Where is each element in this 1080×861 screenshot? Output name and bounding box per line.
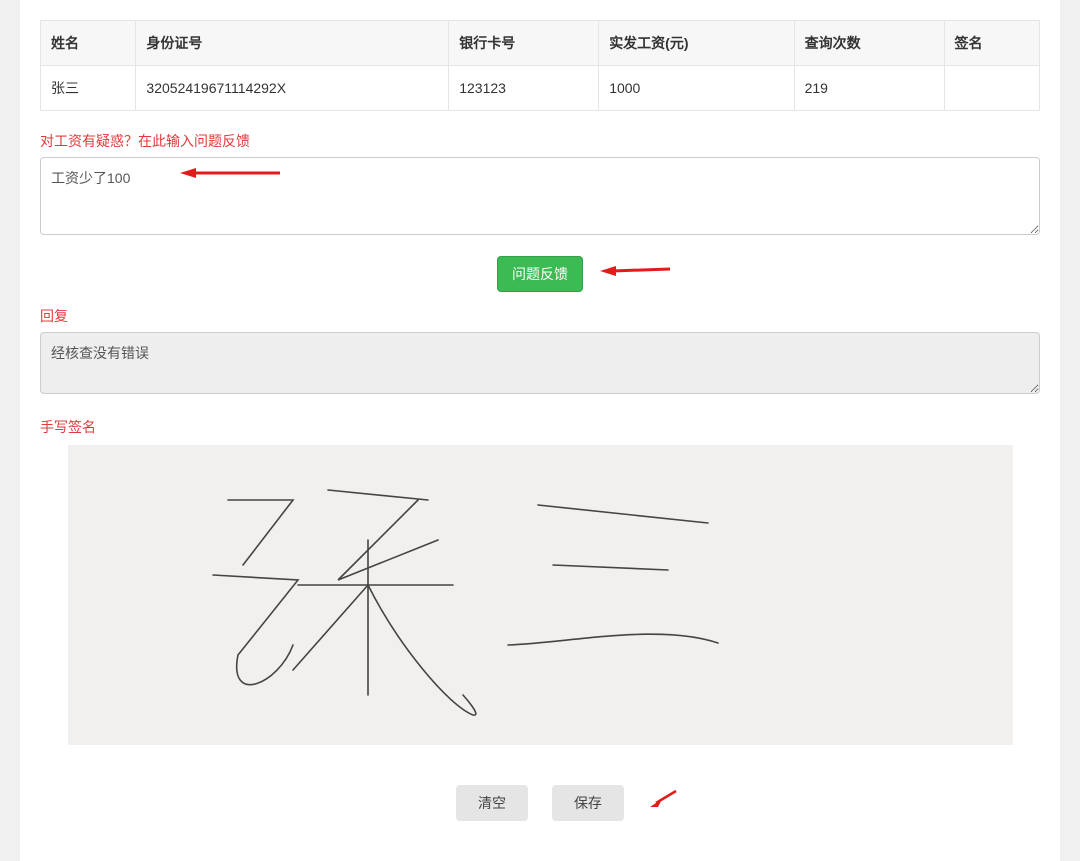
page-container: 姓名 身份证号 银行卡号 实发工资(元) 查询次数 签名 张三 32052419… <box>20 0 1060 861</box>
annotation-arrow-icon <box>648 789 678 807</box>
annotation-arrow-icon <box>600 262 670 278</box>
col-salary: 实发工资(元) <box>599 21 794 66</box>
salary-table: 姓名 身份证号 银行卡号 实发工资(元) 查询次数 签名 张三 32052419… <box>40 20 1040 111</box>
table-row: 张三 32052419671114292X 123123 1000 219 <box>41 66 1040 111</box>
signature-canvas[interactable] <box>68 445 1013 745</box>
cell-salary: 1000 <box>599 66 794 111</box>
cell-id-number: 32052419671114292X <box>136 66 449 111</box>
col-id-number: 身份证号 <box>136 21 449 66</box>
signature-button-row: 清空 保存 <box>40 785 1040 821</box>
signature-label: 手写签名 <box>40 417 1040 437</box>
feedback-button-row: 问题反馈 <box>40 256 1040 292</box>
col-signature: 签名 <box>944 21 1039 66</box>
table-header-row: 姓名 身份证号 银行卡号 实发工资(元) 查询次数 签名 <box>41 21 1040 66</box>
feedback-textarea-wrap <box>40 157 1040 238</box>
cell-name: 张三 <box>41 66 136 111</box>
feedback-textarea[interactable] <box>40 157 1040 235</box>
save-button[interactable]: 保存 <box>552 785 624 821</box>
col-name: 姓名 <box>41 21 136 66</box>
col-query-count: 查询次数 <box>794 21 944 66</box>
cell-query-count: 219 <box>794 66 944 111</box>
reply-label: 回复 <box>40 306 1040 326</box>
feedback-label: 对工资有疑惑？在此输入问题反馈 <box>40 131 1040 151</box>
cell-bank-card: 123123 <box>449 66 599 111</box>
cell-signature <box>944 66 1039 111</box>
clear-button[interactable]: 清空 <box>456 785 528 821</box>
reply-textarea <box>40 332 1040 394</box>
submit-feedback-button[interactable]: 问题反馈 <box>497 256 583 292</box>
col-bank-card: 银行卡号 <box>449 21 599 66</box>
